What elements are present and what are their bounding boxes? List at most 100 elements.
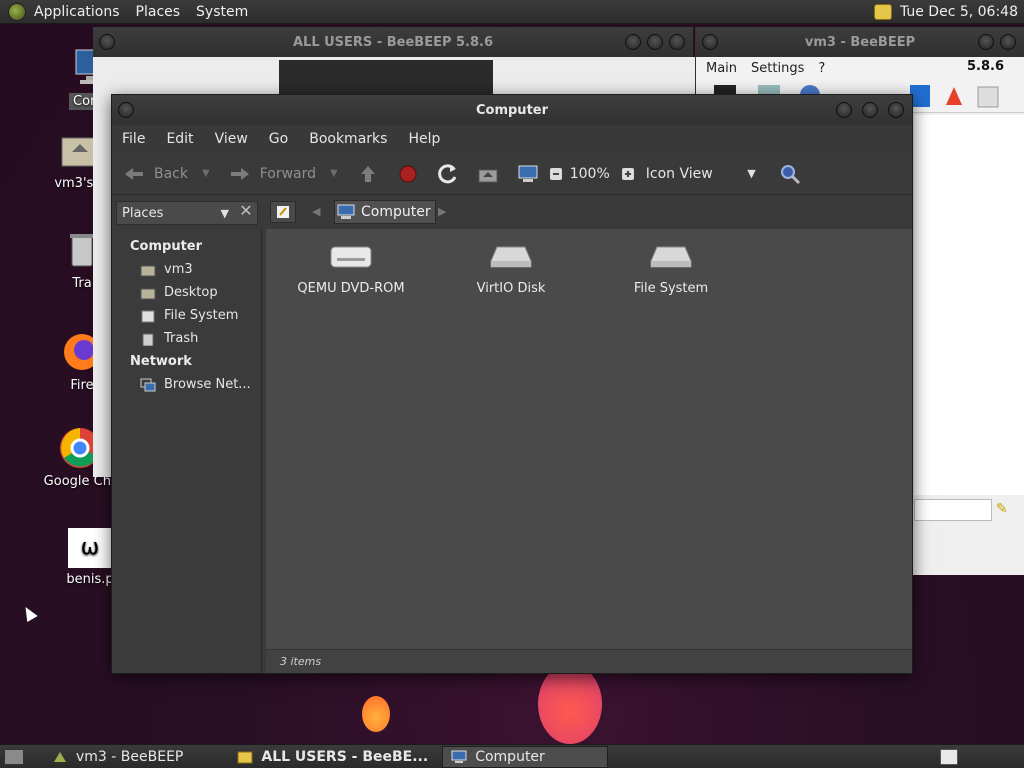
window-title: ALL USERS - BeeBEEP 5.8.6 <box>292 34 494 50</box>
menu-places[interactable]: Places <box>136 4 181 20</box>
workspace-switcher-icon[interactable] <box>940 748 958 765</box>
chevron-down-icon: ▼ <box>747 167 756 180</box>
up-arrow-icon[interactable] <box>356 162 380 186</box>
back-label: Back <box>154 165 188 182</box>
beebeep-icon <box>237 750 253 764</box>
sidebar-item-label: Browse Net... <box>164 377 251 392</box>
places-sidebar: Computer vm3 Desktop File System Trash N… <box>112 229 262 673</box>
menu-file[interactable]: File <box>122 131 145 147</box>
edit-location-icon[interactable] <box>270 201 296 223</box>
menu-view[interactable]: View <box>215 131 248 147</box>
back-history-dropdown-icon[interactable]: ▼ <box>202 168 210 179</box>
breadcrumb-left-arrow-icon[interactable]: ◀ <box>312 205 320 218</box>
desktop-icon-label: benis.p <box>66 572 114 587</box>
places-selector-label: Places <box>122 205 164 221</box>
sidebar-item-file-system[interactable]: File System <box>112 304 261 327</box>
maximize-button[interactable] <box>862 102 878 118</box>
image-file-icon: ω <box>68 528 112 568</box>
menubar: File Edit View Go Bookmarks Help <box>112 125 912 153</box>
clear-broom-icon[interactable]: ✎ <box>996 501 1014 519</box>
maximize-button[interactable] <box>647 34 663 50</box>
clock[interactable]: Tue Dec 5, 06:48 <box>900 4 1018 20</box>
zoom-out-icon[interactable] <box>548 162 564 186</box>
menu-applications[interactable]: Applications <box>34 4 120 20</box>
forward-button[interactable]: Forward ▼ <box>228 162 338 186</box>
file-item-virtio-disk[interactable]: VirtIO Disk <box>436 229 586 296</box>
toolbar: Back ▼ Forward ▼ 100% Icon View ▼ <box>112 153 912 195</box>
sidebar-item-desktop[interactable]: Desktop <box>112 281 261 304</box>
home-icon[interactable] <box>476 162 500 186</box>
breadcrumb[interactable]: Computer <box>334 200 436 224</box>
sidebar-item-label: Trash <box>164 331 199 346</box>
breadcrumb-right-arrow-icon[interactable]: ▶ <box>438 205 446 218</box>
minimize-button[interactable] <box>836 102 852 118</box>
wallpaper-blob <box>538 664 602 744</box>
taskbar-item-allusers[interactable]: ALL USERS - BeeBE... <box>229 746 436 768</box>
menu-system[interactable]: System <box>196 4 248 20</box>
optical-drive-icon <box>329 243 373 271</box>
taskbar-item-computer[interactable]: Computer <box>442 745 609 768</box>
close-sidebar-icon[interactable]: ✕ <box>235 200 257 222</box>
menu-settings[interactable]: Settings <box>751 61 804 76</box>
window-titlebar[interactable]: vm3 - BeeBEEP <box>696 27 1024 57</box>
stop-icon[interactable] <box>396 162 420 186</box>
file-item-label: File System <box>633 281 709 296</box>
sidebar-item-trash[interactable]: Trash <box>112 327 261 350</box>
window-titlebar[interactable]: ALL USERS - BeeBEEP 5.8.6 <box>93 27 693 57</box>
file-manager-window[interactable]: Computer File Edit View Go Bookmarks Hel… <box>111 94 913 674</box>
bottom-panel: vm3 - BeeBEEP ALL USERS - BeeBE... Compu… <box>0 744 1024 768</box>
file-item-dvd-rom[interactable]: QEMU DVD-ROM <box>276 229 426 296</box>
window-menu-button[interactable] <box>118 102 134 118</box>
drive-icon <box>140 309 156 323</box>
sidebar-item-vm3[interactable]: vm3 <box>112 258 261 281</box>
view-mode-value: Icon View <box>645 165 713 182</box>
zoom-in-icon[interactable] <box>620 162 636 186</box>
version-label: 5.8.6 <box>966 59 1004 74</box>
menu-help[interactable]: Help <box>408 131 440 147</box>
minimize-button[interactable] <box>625 34 641 50</box>
sidebar-section-computer: Computer <box>130 239 203 254</box>
sidebar-item-label: File System <box>164 308 239 323</box>
close-button[interactable] <box>669 34 685 50</box>
desktop-icon-label: Tra <box>72 276 92 291</box>
chat-input[interactable] <box>914 499 992 521</box>
file-item-file-system[interactable]: File System <box>596 229 746 296</box>
beebeep-icon <box>52 750 68 764</box>
calendar-icon <box>873 3 892 20</box>
chat-area[interactable] <box>914 115 1024 495</box>
taskbar-item-vm3-beebeep[interactable]: vm3 - BeeBEEP <box>44 746 191 768</box>
menu-go[interactable]: Go <box>269 131 288 147</box>
file-view[interactable]: QEMU DVD-ROM VirtIO Disk File System <box>266 229 912 649</box>
file-item-label: VirtIO Disk <box>476 281 546 296</box>
computer-icon[interactable] <box>516 162 540 186</box>
desktop-folder-icon <box>140 286 156 300</box>
window-menu-button[interactable] <box>99 34 115 50</box>
maximize-button[interactable] <box>978 34 994 50</box>
back-arrow-icon <box>122 162 146 186</box>
menu-edit[interactable]: Edit <box>166 131 193 147</box>
menu-bookmarks[interactable]: Bookmarks <box>309 131 387 147</box>
sidebar-item-label: Desktop <box>164 285 218 300</box>
close-button[interactable] <box>1000 34 1016 50</box>
taskbar-item-label: vm3 - BeeBEEP <box>76 748 184 765</box>
window-menu-button[interactable] <box>702 34 718 50</box>
search-icon[interactable] <box>778 162 802 186</box>
back-button[interactable]: Back ▼ <box>122 162 210 186</box>
sidebar-item-browse-network[interactable]: Browse Net... <box>112 373 261 396</box>
hard-drive-icon <box>649 243 693 271</box>
window-titlebar[interactable]: Computer <box>112 95 912 125</box>
forward-history-dropdown-icon[interactable]: ▼ <box>330 168 338 179</box>
show-desktop-icon[interactable] <box>4 748 24 765</box>
item-count: 3 items <box>280 655 322 668</box>
status-bar: 3 items <box>266 649 912 673</box>
menu-main[interactable]: Main <box>706 61 737 76</box>
menu-help[interactable]: ? <box>818 61 825 76</box>
sidebar-item-label: vm3 <box>164 262 193 277</box>
view-mode-select[interactable]: Icon View ▼ <box>646 166 756 182</box>
distro-logo-icon[interactable] <box>8 2 26 21</box>
close-button[interactable] <box>888 102 904 118</box>
window-title: vm3 - BeeBEEP <box>804 34 916 50</box>
wallpaper-blob <box>362 696 390 732</box>
zoom-level: 100% <box>569 165 610 182</box>
reload-icon[interactable] <box>436 162 460 186</box>
